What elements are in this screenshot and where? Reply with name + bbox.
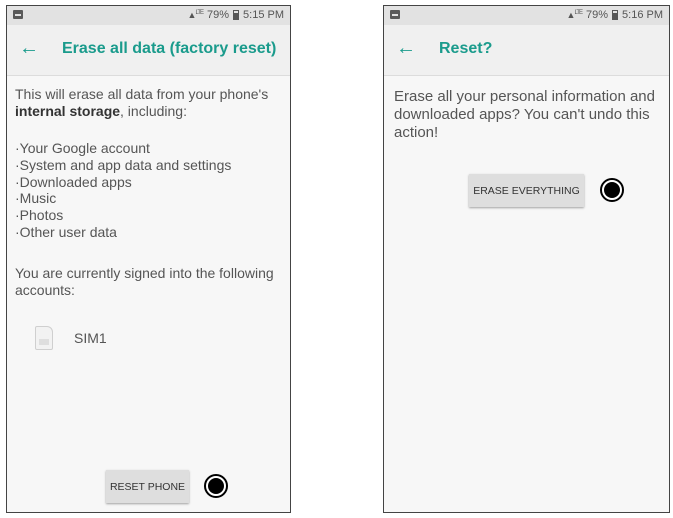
content: This will erase all data from your phone…	[7, 76, 290, 251]
list-item: ·Photos	[15, 207, 64, 224]
battery-percent: 79%	[207, 9, 230, 21]
battery-icon	[612, 10, 619, 20]
touch-indicator-icon	[600, 178, 624, 202]
sim-card-icon	[35, 326, 53, 350]
reset-phone-button[interactable]: RESET PHONE	[106, 470, 189, 503]
intro-bold: internal storage	[15, 103, 121, 119]
status-bar: ▲LTE 79% 5:15 PM	[7, 6, 290, 25]
app-bar: ← Erase all data (factory reset)	[7, 25, 290, 76]
back-arrow-icon[interactable]: ←	[19, 38, 39, 58]
phone-screen-factory-reset: ▲LTE 79% 5:15 PM ← Erase all data (facto…	[6, 5, 291, 513]
notification-icon	[390, 10, 400, 19]
back-arrow-icon[interactable]: ←	[396, 38, 416, 58]
page-title: Reset?	[439, 40, 493, 57]
intro-suffix: , including:	[120, 103, 187, 119]
app-bar: ← Reset?	[384, 25, 669, 76]
erase-item-list: ·Your Google account ·System and app dat…	[15, 140, 282, 241]
battery-icon	[233, 10, 240, 20]
phone-screen-reset-confirm: ▲LTE 79% 5:16 PM ← Reset? Erase all your…	[383, 5, 670, 513]
erase-everything-button[interactable]: ERASE EVERYTHING	[469, 174, 584, 207]
touch-indicator-icon	[204, 474, 228, 498]
intro-prefix: This will erase all data from your phone…	[15, 86, 269, 102]
lte-signal-icon: ▲LTE	[187, 10, 204, 20]
list-item: ·System and app data and settings	[15, 156, 232, 173]
intro-text: This will erase all data from your phone…	[15, 86, 282, 120]
clock: 5:16 PM	[622, 9, 663, 21]
list-item: ·Other user data	[15, 223, 117, 240]
list-item: ·Music	[15, 190, 57, 207]
lte-signal-icon: ▲LTE	[566, 10, 583, 20]
account-row: SIM1	[35, 326, 107, 350]
status-bar: ▲LTE 79% 5:16 PM	[384, 6, 669, 25]
list-item: ·Downloaded apps	[15, 173, 132, 190]
list-item: ·Your Google account	[15, 140, 150, 156]
signed-in-text: You are currently signed into the follow…	[15, 265, 274, 298]
clock: 5:15 PM	[243, 9, 284, 21]
account-label: SIM1	[74, 330, 107, 346]
page-title: Erase all data (factory reset)	[62, 40, 277, 57]
confirm-message: Erase all your personal information and …	[394, 88, 655, 141]
battery-percent: 79%	[586, 9, 609, 21]
notification-icon	[13, 10, 23, 19]
